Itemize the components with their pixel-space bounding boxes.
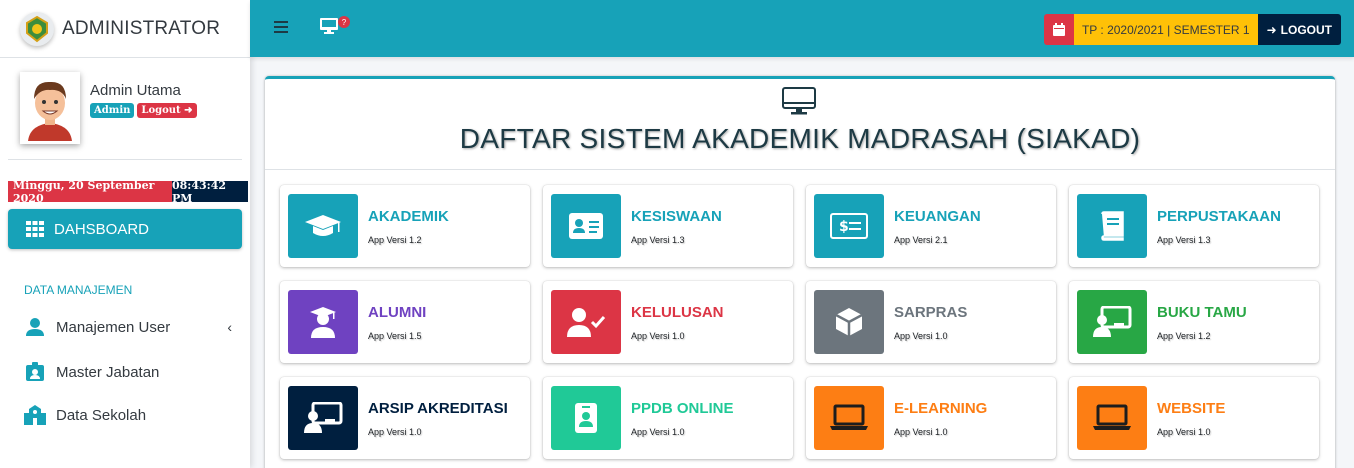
- app-card-arsip-akreditasi[interactable]: ARSIP AKREDITASI App Versi 1.0: [280, 377, 530, 459]
- app-name: KEUANGAN: [894, 207, 981, 225]
- sidebar-item-data-sekolah[interactable]: Data Sekolah: [24, 405, 232, 425]
- sidebar-item-label: Manajemen User: [56, 318, 171, 336]
- svg-text:$: $: [839, 219, 849, 235]
- box-icon: [814, 290, 884, 354]
- graduation-cap-icon: [288, 194, 358, 258]
- sidebar: ADMINISTRATOR Admin Utama Admin Logout ➜…: [0, 0, 250, 468]
- sign-out-icon: ➜: [184, 105, 193, 116]
- app-version: App Versi 1.3: [1157, 234, 1211, 245]
- id-card-icon: [551, 194, 621, 258]
- app-version: App Versi 1.2: [368, 234, 422, 245]
- app-card-keuangan[interactable]: $ KEUANGAN App Versi 2.1: [806, 185, 1056, 267]
- app-card-kesiswaan[interactable]: KESISWAAN App Versi 1.3: [543, 185, 793, 267]
- chalkboard-teacher-icon: [288, 386, 358, 450]
- logout-button[interactable]: ➜ LOGOUT: [1257, 14, 1341, 45]
- sidebar-item-dashboard-label: DAHSBOARD: [54, 220, 150, 238]
- app-version: App Versi 1.0: [894, 330, 948, 341]
- id-badge-icon: [551, 386, 621, 450]
- notifications-button[interactable]: [320, 18, 338, 39]
- academic-year-group: TP : 2020/2021 | SEMESTER 1 ➜ LOGOUT: [1043, 14, 1341, 45]
- user-icon: [26, 318, 44, 336]
- app-name: E-LEARNING: [894, 399, 988, 417]
- page-title: DAFTAR SISTEM AKADEMIK MADRASAH (SIAKAD): [459, 123, 1141, 154]
- sign-out-icon: ➜: [1266, 22, 1277, 37]
- sidebar-item-dashboard[interactable]: DAHSBOARD: [8, 209, 242, 249]
- datetime-bar: Minggu, 20 September 2020 08:43:42 PM: [8, 179, 248, 205]
- brand-title: ADMINISTRATOR: [62, 17, 221, 39]
- app-name: SARPRAS: [894, 303, 968, 321]
- avatar[interactable]: [20, 72, 80, 144]
- card-header: DAFTAR SISTEM AKADEMIK MADRASAH (SIAKAD): [265, 79, 1335, 170]
- role-badge: Admin: [90, 103, 135, 118]
- id-badge-icon: [26, 362, 44, 381]
- sidebar-item-manajemen-user[interactable]: Manajemen User ‹: [24, 318, 232, 336]
- sidebar-logout-label: Logout: [141, 105, 181, 116]
- user-graduate-icon: [288, 290, 358, 354]
- chevron-left-icon: ‹: [227, 319, 232, 335]
- app-grid: AKADEMIK App Versi 1.2 KESISWAAN App Ver…: [280, 185, 1319, 459]
- app-version: App Versi 1.0: [631, 330, 685, 341]
- app-name: KELULUSAN: [631, 303, 724, 321]
- laptop-icon: [814, 386, 884, 450]
- sidebar-item-master-jabatan[interactable]: Master Jabatan: [24, 362, 232, 382]
- brand[interactable]: ADMINISTRATOR: [0, 0, 250, 58]
- app-version: App Versi 1.5: [368, 330, 422, 341]
- chalkboard-teacher-icon: [1077, 290, 1147, 354]
- app-version: App Versi 1.0: [368, 426, 422, 437]
- current-date: Minggu, 20 September 2020: [8, 179, 172, 205]
- grid-icon: [26, 221, 44, 237]
- desktop-icon: [320, 18, 338, 34]
- money-icon: $: [814, 194, 884, 258]
- nav-section-header: DATA MANAJEMEN: [24, 283, 133, 297]
- app-card-alumni[interactable]: ALUMNI App Versi 1.5: [280, 281, 530, 363]
- app-card-website[interactable]: WEBSITE App Versi 1.0: [1069, 377, 1319, 459]
- app-name: BUKU TAMU: [1157, 303, 1247, 321]
- hamburger-icon: [274, 21, 288, 33]
- academic-year-label: TP : 2020/2021 | SEMESTER 1: [1073, 14, 1258, 45]
- school-icon: [24, 405, 46, 425]
- app-name: ALUMNI: [368, 303, 427, 321]
- top-navbar: ? TP : 2020/2021 | SEMESTER 1 ➜ LOGOUT: [250, 0, 1354, 57]
- app-version: App Versi 1.2: [1157, 330, 1211, 341]
- logout-label: LOGOUT: [1280, 22, 1332, 37]
- sidebar-logout-badge[interactable]: Logout ➜: [137, 103, 197, 118]
- calendar-button[interactable]: [1043, 14, 1074, 45]
- app-card-perpustakaan[interactable]: PERPUSTAKAAN App Versi 1.3: [1069, 185, 1319, 267]
- laptop-icon: [1077, 386, 1147, 450]
- desktop-icon: [782, 87, 816, 115]
- user-name[interactable]: Admin Utama: [90, 82, 197, 99]
- app-version: App Versi 1.0: [894, 426, 948, 437]
- app-card-buku-tamu[interactable]: BUKU TAMU App Versi 1.2: [1069, 281, 1319, 363]
- menu-toggle-button[interactable]: [274, 20, 288, 38]
- app-name: ARSIP AKREDITASI: [368, 399, 508, 417]
- app-version: App Versi 2.1: [894, 234, 948, 245]
- sidebar-item-label: Data Sekolah: [56, 406, 147, 424]
- app-card-e-learning[interactable]: E-LEARNING App Versi 1.0: [806, 377, 1056, 459]
- user-check-icon: [551, 290, 621, 354]
- app-card-akademik[interactable]: AKADEMIK App Versi 1.2: [280, 185, 530, 267]
- brand-logo-icon: [20, 11, 54, 46]
- app-name: PPDB ONLINE: [631, 399, 734, 417]
- app-name: KESISWAAN: [631, 207, 722, 225]
- app-version: App Versi 1.0: [631, 426, 685, 437]
- sidebar-item-label: Master Jabatan: [56, 363, 160, 381]
- user-panel: Admin Utama Admin Logout ➜: [8, 58, 242, 160]
- main-card: DAFTAR SISTEM AKADEMIK MADRASAH (SIAKAD)…: [265, 76, 1335, 468]
- current-time: 08:43:42 PM: [172, 179, 248, 205]
- app-name: AKADEMIK: [368, 207, 449, 225]
- app-card-kelulusan[interactable]: KELULUSAN App Versi 1.0: [543, 281, 793, 363]
- calendar-icon: [1052, 23, 1065, 36]
- app-name: PERPUSTAKAAN: [1157, 207, 1281, 225]
- app-version: App Versi 1.3: [631, 234, 685, 245]
- app-version: App Versi 1.0: [1157, 426, 1211, 437]
- notification-badge: ?: [338, 16, 350, 28]
- app-card-sarpras[interactable]: SARPRAS App Versi 1.0: [806, 281, 1056, 363]
- app-name: WEBSITE: [1157, 399, 1226, 417]
- app-card-ppdb-online[interactable]: PPDB ONLINE App Versi 1.0: [543, 377, 793, 459]
- book-icon: [1077, 194, 1147, 258]
